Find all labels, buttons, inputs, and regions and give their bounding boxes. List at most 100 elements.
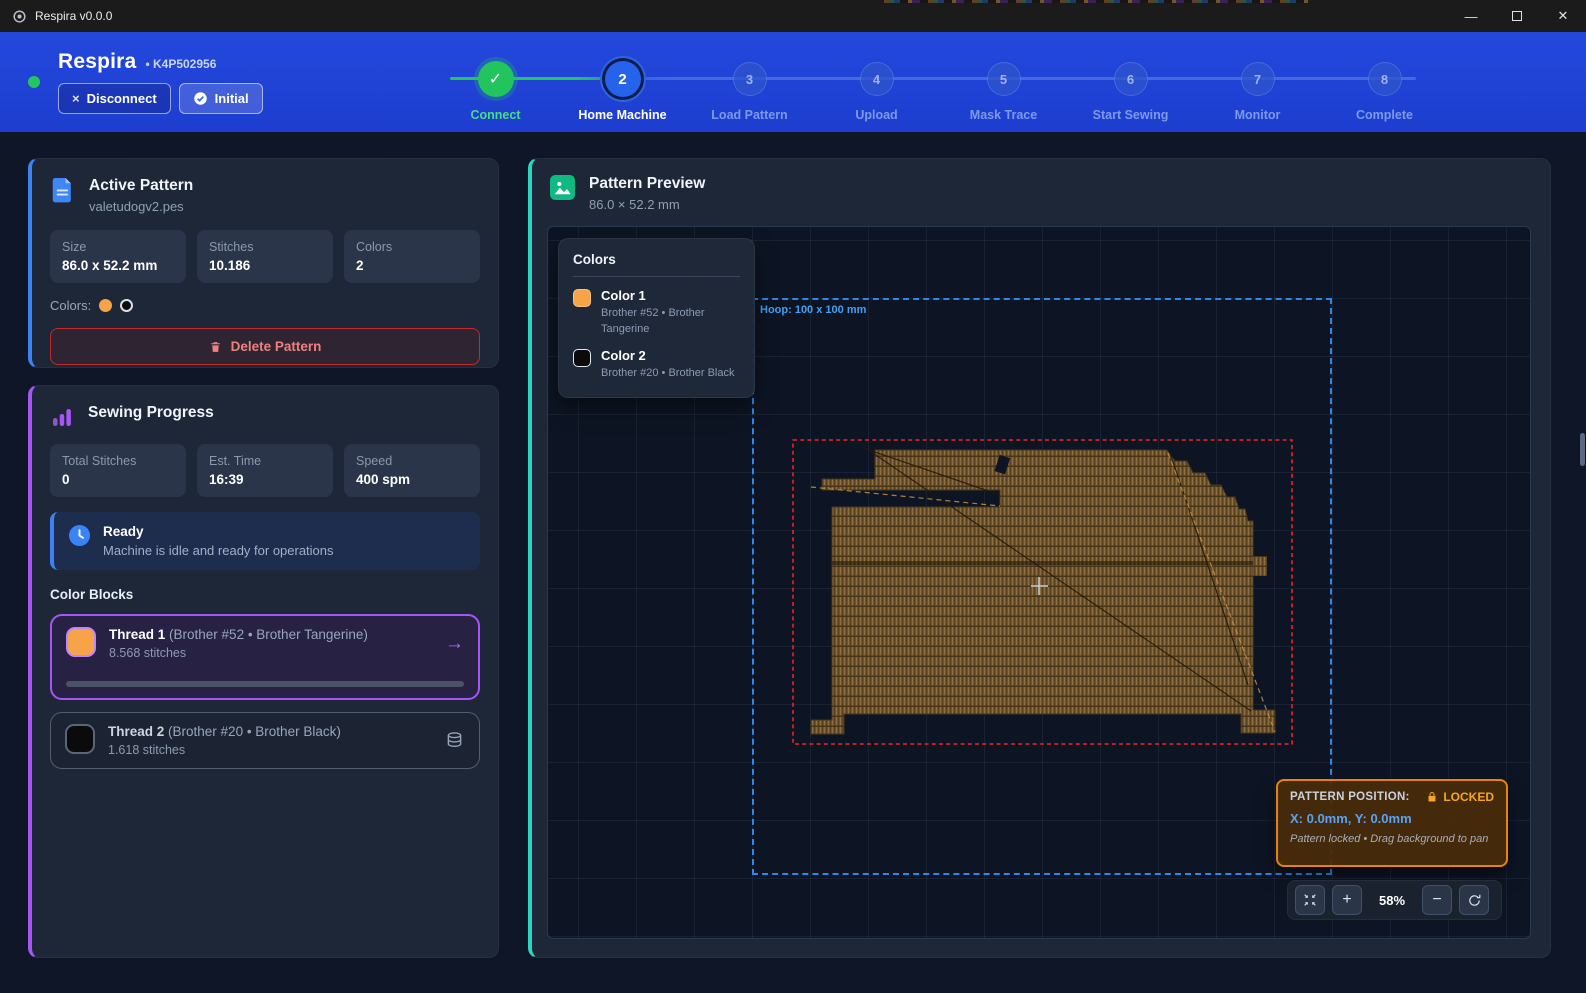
step-number: 3 [733,62,767,96]
stat-total-stitches: Total Stitches 0 [50,444,186,497]
minimize-button[interactable]: — [1448,0,1494,32]
stitch-fill-shape [811,450,1275,734]
stat-speed: Speed 400 spm [344,444,480,497]
zoom-controls: + 58% − [1287,880,1502,920]
step-number: 8 [1368,62,1402,96]
legend-swatch-2 [573,349,591,367]
initial-button[interactable]: Initial [179,83,263,114]
active-pattern-card: Active Pattern valetudogv2.pes Size 86.0… [28,158,499,368]
zoom-in-button[interactable]: + [1332,885,1362,915]
position-hint: Pattern locked • Drag background to pan [1290,833,1494,845]
pattern-filename: valetudogv2.pes [89,199,193,214]
step-label: Load Pattern [711,108,787,122]
pattern-dimensions: 86.0 × 52.2 mm [589,197,705,212]
step-home-machine[interactable]: 2 Home Machine [559,32,686,132]
color-dot-orange [99,299,112,312]
layers-icon [444,730,465,751]
legend-name: Color 1 [601,288,740,303]
step-upload[interactable]: 4 Upload [813,32,940,132]
step-label: Complete [1356,108,1413,122]
thread-2-swatch [65,724,95,754]
reset-view-button[interactable] [1459,885,1489,915]
image-icon [550,175,575,200]
stat-stitches: Stitches 10.186 [197,230,333,283]
legend-swatch-1 [573,289,591,307]
stat-label: Est. Time [209,454,321,468]
stat-label: Total Stitches [62,454,174,468]
disconnect-label: Disconnect [87,91,157,106]
stat-value: 0 [62,472,174,487]
stat-colors: Colors 2 [344,230,480,283]
thread-1-block[interactable]: Thread 1 (Brother #52 • Brother Tangerin… [50,614,480,700]
sewing-progress-card: Sewing Progress Total Stitches 0 Est. Ti… [28,385,499,958]
thread-1-progress-bar [66,681,464,687]
fit-icon [1302,892,1318,908]
step-number: 5 [987,62,1021,96]
scrollbar-thumb[interactable] [1580,433,1585,466]
check-circle-icon [193,91,208,106]
stitch-seam [832,561,1253,565]
close-button[interactable]: ✕ [1540,0,1586,32]
file-icon [50,177,75,204]
window-title: Respira v0.0.0 [35,9,112,23]
zoom-level: 58% [1369,893,1415,908]
step-label: Mask Trace [970,108,1037,122]
pattern-preview-title: Pattern Preview [589,175,705,193]
initial-label: Initial [215,91,249,106]
step-monitor[interactable]: 7 Monitor [1194,32,1321,132]
step-complete[interactable]: 8 Complete [1321,32,1448,132]
disconnect-x-icon: × [72,91,80,106]
thread-1-swatch [66,627,96,657]
stat-size: Size 86.0 x 52.2 mm [50,230,186,283]
step-load-pattern[interactable]: 3 Load Pattern [686,32,813,132]
legend-title: Colors [573,252,740,267]
brand-block: Respira • K4P502956 × Disconnect Initial [58,50,263,114]
step-mask-trace[interactable]: 5 Mask Trace [940,32,1067,132]
position-coordinates: X: 0.0mm, Y: 0.0mm [1290,811,1494,826]
step-number: 7 [1241,62,1275,96]
stat-label: Colors [356,240,468,254]
thread-2-block[interactable]: Thread 2 (Brother #20 • Brother Black) 1… [50,712,480,769]
position-label: PATTERN POSITION: [1290,791,1410,803]
status-title: Ready [103,524,334,539]
step-start-sewing[interactable]: 6 Start Sewing [1067,32,1194,132]
legend-name: Color 2 [601,348,734,363]
stitch-protrusion [1253,556,1267,576]
active-pattern-title: Active Pattern [89,177,193,195]
machine-status-box: Ready Machine is idle and ready for oper… [50,512,480,570]
lock-status: LOCKED [1443,790,1494,804]
step-connect[interactable]: ✓ Connect [432,32,559,132]
zoom-out-button[interactable]: − [1422,885,1452,915]
disconnect-button[interactable]: × Disconnect [58,83,171,114]
thread-2-name: Thread 2 (Brother #20 • Brother Black) [108,724,431,739]
step-number: 6 [1114,62,1148,96]
delete-pattern-button[interactable]: Delete Pattern [50,328,480,365]
screen-artifact [884,0,1308,3]
app-logo-icon [12,9,27,24]
delete-pattern-label: Delete Pattern [231,339,322,354]
preview-canvas[interactable]: Hoop: 100 x 100 mm [547,226,1531,939]
thread-2-stitches: 1.618 stitches [108,743,431,757]
step-label: Monitor [1235,108,1281,122]
main-content: Active Pattern valetudogv2.pes Size 86.0… [0,132,1586,993]
colors-legend: Colors Color 1 Brother #52 • Brother Tan… [558,238,755,398]
refresh-icon [1467,893,1482,908]
fit-to-view-button[interactable] [1295,885,1325,915]
color-blocks-heading: Color Blocks [50,587,480,602]
legend-color-2: Color 2 Brother #20 • Brother Black [573,348,740,382]
app-header: Respira • K4P502956 × Disconnect Initial… [0,32,1586,132]
lock-icon [1426,791,1438,803]
arrow-right-icon: → [445,633,464,655]
maximize-button[interactable] [1494,0,1540,32]
stat-label: Stitches [209,240,321,254]
stat-value: 86.0 x 52.2 mm [62,258,174,273]
legend-color-1: Color 1 Brother #52 • Brother Tangerine [573,288,740,338]
legend-desc: Brother #20 • Brother Black [601,366,734,382]
titlebar: Respira v0.0.0 — ✕ [0,0,1586,32]
status-description: Machine is idle and ready for operations [103,543,334,558]
colors-label: Colors: [50,298,91,313]
sewing-progress-title: Sewing Progress [88,404,214,422]
pattern-preview-panel: Pattern Preview 86.0 × 52.2 mm Hoop: 100… [528,158,1551,958]
stat-value: 2 [356,258,468,273]
legend-divider [573,276,740,277]
